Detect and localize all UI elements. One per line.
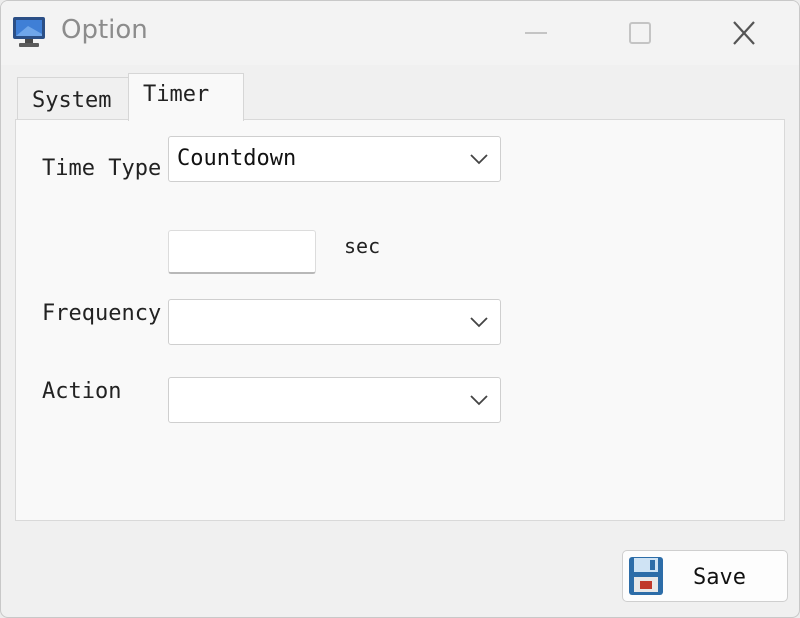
seconds-input[interactable] [168, 230, 316, 274]
time-type-select[interactable]: Countdown [168, 136, 501, 182]
action-label: Action [42, 379, 122, 404]
save-button-label: Save [693, 565, 746, 590]
save-button[interactable]: Save [622, 550, 788, 602]
time-type-value: Countdown [177, 146, 297, 171]
maximize-button[interactable] [615, 13, 665, 53]
option-window: Option System Timer Time Type Countdown … [0, 0, 800, 618]
timer-panel: Time Type Countdown sec Frequency Action [15, 119, 785, 521]
frequency-label: Frequency [42, 301, 162, 326]
time-type-label: Time Type [42, 156, 162, 181]
chevron-down-icon [470, 395, 488, 406]
tab-system[interactable]: System [17, 77, 129, 121]
chevron-down-icon [470, 317, 488, 328]
title-bar[interactable]: Option [1, 1, 799, 65]
close-icon [733, 21, 755, 45]
frequency-select[interactable] [168, 299, 501, 345]
action-select[interactable] [168, 377, 501, 423]
tab-timer[interactable]: Timer [128, 73, 244, 121]
close-button[interactable] [719, 13, 769, 53]
monitor-icon [13, 17, 45, 47]
maximize-icon [629, 22, 651, 44]
tab-system-label: System [32, 88, 112, 113]
seconds-unit-label: sec [344, 234, 381, 258]
chevron-down-icon [470, 154, 488, 165]
minimize-button[interactable] [511, 13, 561, 53]
minimize-icon [525, 32, 547, 34]
floppy-disk-icon [629, 557, 663, 595]
tab-timer-label: Timer [143, 82, 210, 107]
window-title: Option [61, 15, 148, 45]
